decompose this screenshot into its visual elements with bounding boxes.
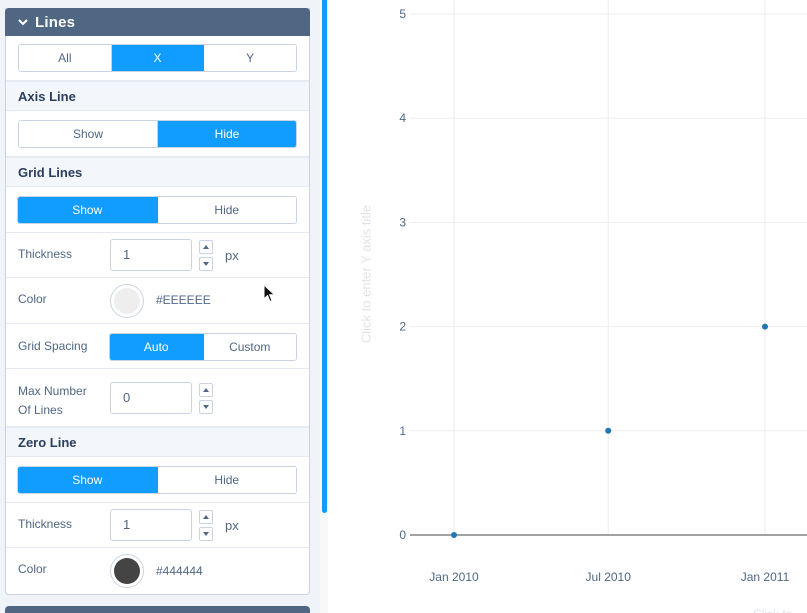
caret-up-icon	[203, 245, 209, 249]
grid-thickness-unit: px	[225, 248, 239, 263]
grid-spacing-custom-button[interactable]: Custom	[203, 334, 296, 360]
panel-scrollbar[interactable]	[322, 0, 327, 513]
grid-spacing-label: Grid Spacing	[18, 339, 88, 353]
zero-color-value: #444444	[156, 564, 203, 578]
zero-thickness-unit: px	[225, 518, 239, 533]
x-tick-label: Jan 2011	[741, 570, 790, 584]
data-point	[451, 532, 457, 538]
panel-title: Lines	[35, 13, 76, 31]
grid-thickness-increment[interactable]	[199, 240, 213, 254]
zero-thickness-decrement[interactable]	[199, 527, 213, 541]
zero-thickness-increment[interactable]	[199, 510, 213, 524]
max-lines-label: Max Number Of Lines	[18, 384, 87, 417]
grid-lines-show-button[interactable]: Show	[18, 197, 158, 223]
grid-color-swatch[interactable]	[110, 284, 144, 318]
max-lines-decrement[interactable]	[199, 400, 213, 414]
grid-lines-hide-button[interactable]: Hide	[157, 197, 296, 223]
y-tick-label: 3	[399, 215, 406, 229]
caret-up-icon	[203, 515, 209, 519]
data-point	[762, 323, 768, 330]
grid-color-value: #EEEEEE	[156, 293, 211, 307]
axis-selector: All X Y	[18, 44, 297, 72]
zero-color-fill	[114, 558, 140, 584]
max-lines-input[interactable]: 0	[110, 382, 192, 414]
next-panel-header[interactable]	[5, 606, 310, 613]
zero-line-hide-button[interactable]: Hide	[157, 467, 296, 493]
plot-area[interactable]: 0 1 2 3 4 5 Jan 2010 Jul 2010 Jan 2011 Click to	[328, 0, 807, 613]
grid-spacing-toggle: Auto Custom	[109, 333, 297, 361]
zero-color-label: Color	[18, 562, 47, 576]
y-tick-label: 0	[399, 528, 406, 542]
x-tick-label: Jul 2010	[586, 570, 632, 584]
caret-up-icon	[203, 388, 209, 392]
caret-down-icon	[203, 405, 209, 409]
x-axis-title-placeholder: Click to	[753, 607, 793, 613]
y-tick-label: 2	[399, 320, 406, 334]
axis-option-all[interactable]: All	[19, 45, 112, 71]
style-panel: Lines All X Y Axis Line Show Hide Grid L…	[0, 0, 320, 613]
grid-lines-toggle: Show Hide	[17, 196, 297, 224]
y-axis-title-placeholder[interactable]: Click to enter Y axis title	[355, 0, 377, 613]
zero-line-toggle: Show Hide	[17, 466, 297, 494]
zero-thickness-input[interactable]: 1	[110, 509, 192, 541]
axis-line-toggle: Show Hide	[18, 120, 297, 148]
zero-color-swatch[interactable]	[110, 554, 144, 588]
data-point	[605, 427, 612, 434]
max-lines-increment[interactable]	[199, 383, 213, 397]
caret-down-icon	[203, 262, 209, 266]
axis-line-section-title: Axis Line	[6, 81, 309, 111]
grid-color-fill	[114, 288, 140, 314]
zero-thickness-label: Thickness	[18, 517, 73, 531]
chevron-down-icon	[18, 19, 28, 26]
mouse-cursor-icon	[263, 284, 276, 303]
x-tick-label: Jan 2010	[429, 570, 479, 584]
zero-line-section-title: Zero Line	[6, 427, 309, 457]
grid-color-label: Color	[18, 292, 47, 306]
grid-lines-section-title: Grid Lines	[6, 157, 309, 187]
axis-line-hide-button[interactable]: Hide	[158, 121, 296, 147]
grid-spacing-auto-button[interactable]: Auto	[110, 334, 204, 360]
zero-line-show-button[interactable]: Show	[18, 467, 158, 493]
y-tick-label: 4	[399, 111, 406, 125]
scatter-chart: 0 1 2 3 4 5 Jan 2010 Jul 2010 Jan 2011 Click to	[399, 0, 807, 613]
y-tick-label: 1	[399, 424, 406, 438]
grid-thickness-decrement[interactable]	[199, 257, 213, 271]
grid-thickness-input[interactable]: 1	[110, 239, 192, 271]
axis-option-y[interactable]: Y	[204, 45, 296, 71]
axis-option-x[interactable]: X	[111, 45, 205, 71]
grid-thickness-label: Thickness	[18, 247, 73, 261]
lines-panel-header[interactable]: Lines	[5, 8, 310, 36]
caret-down-icon	[203, 532, 209, 536]
axis-line-show-button[interactable]: Show	[19, 121, 158, 147]
y-tick-label: 5	[399, 7, 406, 21]
y-axis-title-text: Click to enter Y axis title	[358, 204, 374, 344]
